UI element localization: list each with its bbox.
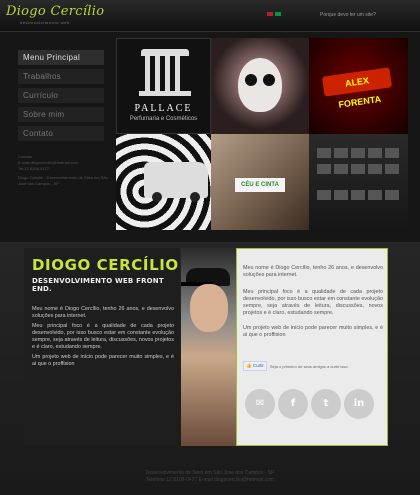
linkedin-icon[interactable]: in [344, 389, 374, 419]
face [190, 284, 228, 332]
column-icon [175, 55, 180, 91]
social-icons: ✉ f t in [245, 389, 374, 419]
about-paragraph-1: Meu nome é Diogo Cercílio, tenho 26 anos… [32, 306, 174, 319]
thumbnail-row [317, 164, 399, 174]
thumbnail [334, 148, 348, 158]
thumbnail [385, 164, 399, 174]
why-site-link[interactable]: Porque devo ter um site? [320, 12, 376, 18]
english-flag-icon[interactable] [267, 12, 273, 16]
pallace-name: PALLACE [134, 103, 193, 114]
thumbnail [385, 148, 399, 158]
portfolio-tile-website[interactable] [309, 134, 408, 230]
logo-subtitle: desenvolvimento web [20, 20, 70, 25]
email-icon[interactable]: ✉ [245, 389, 275, 419]
van-image [144, 162, 208, 202]
twitter-icon[interactable]: t [311, 389, 341, 419]
about-name: DIOGO CERCÍLIO [32, 256, 179, 274]
sidebar-contact-info: Contato E-mail:diogocercilio@hotmail.com… [18, 154, 113, 187]
thumbnail [334, 190, 348, 200]
facebook-icon[interactable]: f [278, 389, 308, 419]
eye [245, 74, 257, 86]
column-base-icon [139, 91, 191, 96]
facebook-like-button[interactable]: 👍 Curtir [243, 361, 267, 371]
thumbnail [317, 164, 331, 174]
about-paragraph-1-right: Meu nome é Diogo Cercílio, tenho 26 anos… [243, 265, 383, 278]
brand-logo: ALEX FORENTA [321, 67, 393, 110]
eye [263, 74, 275, 86]
nav-item-curriculo[interactable]: Currículo [18, 88, 104, 103]
thumbnail [351, 148, 365, 158]
portfolio-tile-brand[interactable]: ALEX FORENTA [309, 38, 408, 134]
wheel [190, 192, 200, 202]
thumbnail [368, 164, 382, 174]
wheel [152, 192, 162, 202]
facebook-like-box: 👍 Curtir Seja o primeiro de seus amigos … [243, 361, 349, 371]
thumbnail [317, 190, 331, 200]
thumbnail [368, 190, 382, 200]
thumbnail [351, 190, 365, 200]
brazil-flag-icon[interactable] [275, 12, 281, 16]
portfolio-tile-skull[interactable] [211, 38, 309, 134]
contact-phone: Tel:12 8108-0477 [18, 166, 49, 171]
facebook-like-text: Seja o primeiro de seus amigos a curtir … [269, 363, 349, 369]
main-navigation: Menu Principal Trabalhos Currículo Sobre… [18, 50, 104, 145]
nav-item-menu-principal[interactable]: Menu Principal [18, 50, 104, 65]
thumbnail [385, 190, 399, 200]
nav-item-contato[interactable]: Contato [18, 126, 104, 141]
about-left-panel: DIOGO CERCÍLIO DESENVOLVIMENTO WEB FRONT… [24, 248, 180, 446]
about-subtitle: DESENVOLVIMENTO WEB FRONT END. [32, 277, 164, 293]
column-icon [165, 55, 170, 91]
about-paragraph-2-right: Meu principal foco é a qualidade de cada… [243, 289, 383, 316]
about-paragraph-3-right: Um projeto web de início pode parecer mu… [243, 325, 383, 338]
thumbnail [368, 148, 382, 158]
thumbnail-row [317, 148, 399, 158]
portfolio-tile-ceu-e-cinta[interactable]: CÉU E CINTA [211, 134, 309, 230]
pallace-subtitle: Perfumaria e Cosméticos [129, 116, 198, 122]
thumbnail [334, 164, 348, 174]
portfolio-tile-van[interactable] [116, 134, 211, 230]
about-paragraph-2: Meu principal foco é a qualidade de cada… [32, 323, 174, 350]
page-footer: Desenvolvimento de Sites em São José dos… [0, 470, 420, 484]
column-icon [155, 55, 160, 91]
column-icon [145, 55, 150, 91]
portfolio-tile-pallace[interactable]: PALLACE Perfumaria e Cosméticos [116, 38, 211, 134]
ceu-e-cinta-logo: CÉU E CINTA [235, 178, 285, 192]
like-label: Curtir [252, 363, 264, 368]
footer-line-2: Telefone 12 8108-0477 E-mail diogocercil… [146, 477, 274, 483]
language-flags [267, 12, 281, 16]
thumbnail [317, 148, 331, 158]
footer-line-1: Desenvolvimento de Sites em São José dos… [145, 470, 275, 476]
profile-photo [181, 248, 236, 446]
skull-face-image [238, 58, 282, 112]
about-right-panel: Meu nome é Diogo Cercílio, tenho 26 anos… [236, 248, 388, 446]
site-logo[interactable]: Diogo Cercílio [6, 4, 104, 19]
thumbs-up-icon: 👍 [246, 363, 252, 368]
contact-description: Diogo Cercílio - Desenvolvimento de Site… [18, 175, 108, 186]
about-paragraph-3: Um projeto web de início pode parecer mu… [32, 354, 174, 367]
thumbnail-row [317, 190, 399, 200]
nav-item-trabalhos[interactable]: Trabalhos [18, 69, 104, 84]
portfolio-grid: PALLACE Perfumaria e Cosméticos ALEX FOR… [116, 38, 408, 230]
nav-item-sobre-mim[interactable]: Sobre mim [18, 107, 104, 122]
thumbnail [351, 164, 365, 174]
top-header: Diogo Cercílio desenvolvimento web Porqu… [0, 0, 420, 32]
